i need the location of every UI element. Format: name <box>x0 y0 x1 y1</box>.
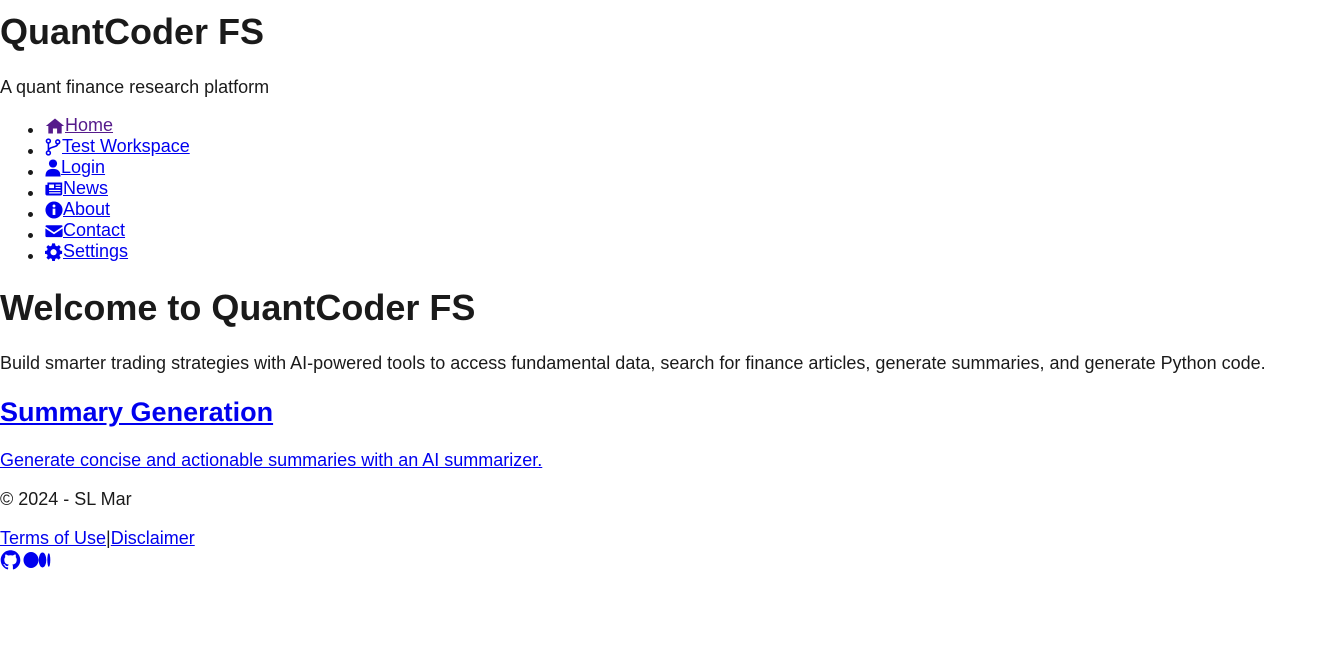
nav-label-news: News <box>63 178 109 198</box>
nav-link-login[interactable]: Login <box>45 157 105 178</box>
disclaimer-link[interactable]: Disclaimer <box>111 528 195 548</box>
github-link[interactable] <box>0 550 21 570</box>
nav-label-test-workspace: Test Workspace <box>62 136 190 156</box>
gear-icon <box>45 242 63 261</box>
copyright: © 2024 - SL Mar <box>0 489 132 509</box>
nav-link-home[interactable]: Home <box>45 115 113 136</box>
nav-link-news[interactable]: News <box>45 178 108 199</box>
feature-title-link[interactable]: Summary Generation <box>0 397 273 427</box>
medium-icon <box>23 552 51 568</box>
feature-description-link[interactable]: Generate concise and actionable summarie… <box>0 450 542 470</box>
social-links <box>0 550 51 570</box>
nav-item-about: About <box>45 199 190 220</box>
nav-item-home: Home <box>45 115 190 136</box>
feature-description: Generate concise and actionable summarie… <box>0 449 542 471</box>
nav-item-login: Login <box>45 157 190 178</box>
newspaper-icon <box>45 181 63 196</box>
code-branch-icon <box>45 137 61 156</box>
feature-summary-generation: Summary Generation <box>0 396 273 428</box>
nav-label-contact: Contact <box>63 220 126 240</box>
home-icon <box>45 118 65 133</box>
nav-label-login: Login <box>61 157 106 177</box>
github-icon <box>0 550 21 570</box>
intro-text: Build smarter trading strategies with AI… <box>0 353 1266 373</box>
terms-of-use-link[interactable]: Terms of Use <box>0 528 106 548</box>
user-icon <box>45 158 61 176</box>
site-title: QuantCoder FS <box>0 11 265 52</box>
nav-link-test-workspace[interactable]: Test Workspace <box>45 136 190 157</box>
nav-label-settings: Settings <box>63 241 129 261</box>
welcome-heading: Welcome to QuantCoder FS <box>0 287 476 328</box>
medium-link[interactable] <box>23 550 51 570</box>
footer-links: Terms of Use|Disclaimer <box>0 527 195 549</box>
nav-label-about: About <box>63 199 111 219</box>
nav-link-settings[interactable]: Settings <box>45 241 128 262</box>
site-tagline: A quant finance research platform <box>0 77 270 97</box>
envelope-icon <box>45 224 63 237</box>
main-nav: Home Test Workspace Login News About Con… <box>0 115 190 262</box>
nav-item-settings: Settings <box>45 241 190 262</box>
nav-link-contact[interactable]: Contact <box>45 220 125 241</box>
info-circle-icon <box>45 200 63 219</box>
nav-item-test-workspace: Test Workspace <box>45 136 190 157</box>
nav-link-about[interactable]: About <box>45 199 110 220</box>
nav-item-contact: Contact <box>45 220 190 241</box>
nav-item-news: News <box>45 178 190 199</box>
nav-label-home: Home <box>65 115 114 135</box>
